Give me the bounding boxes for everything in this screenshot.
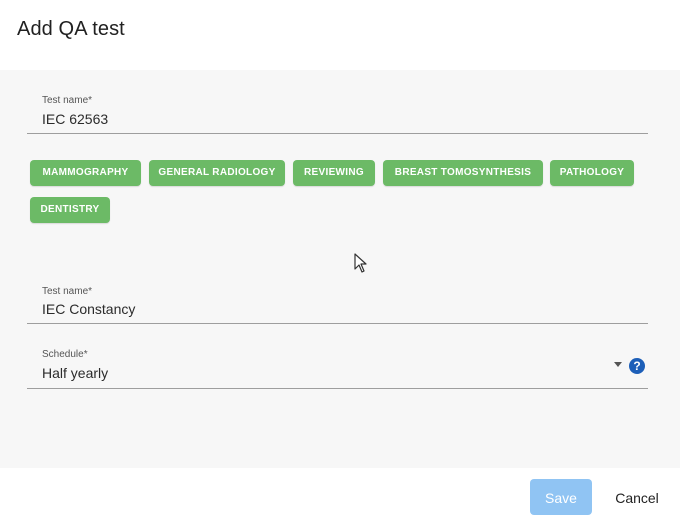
schedule-label: Schedule*	[42, 349, 88, 360]
dialog-title: Add QA test	[17, 18, 125, 40]
test-name-value-2[interactable]: IEC Constancy	[42, 301, 135, 317]
dialog-body: Test name* IEC 62563 MAMMOGRAPHY GENERAL…	[0, 70, 680, 468]
chip-reviewing[interactable]: REVIEWING	[293, 160, 375, 186]
chip-general-radiology[interactable]: GENERAL RADIOLOGY	[149, 160, 285, 186]
chip-mammography[interactable]: MAMMOGRAPHY	[30, 160, 141, 186]
test-name-label-1: Test name*	[42, 95, 93, 106]
cancel-button[interactable]: Cancel	[609, 479, 665, 515]
chip-dentistry[interactable]: DENTISTRY	[30, 197, 110, 223]
save-button[interactable]: Save	[530, 479, 592, 515]
schedule-value[interactable]: Half yearly	[42, 365, 108, 381]
mouse-cursor-icon	[354, 253, 367, 273]
chip-breast-tomosynthesis[interactable]: BREAST TOMOSYNTHESIS	[383, 160, 543, 186]
test-name-label-2: Test name*	[42, 286, 93, 297]
test-name-field-1[interactable]: Test name* IEC 62563	[27, 92, 648, 134]
chevron-down-icon[interactable]	[614, 362, 622, 367]
chip-pathology[interactable]: PATHOLOGY	[550, 160, 634, 186]
help-icon[interactable]: ?	[629, 358, 645, 374]
schedule-select[interactable]: Schedule* Half yearly ?	[27, 346, 648, 389]
test-name-field-2[interactable]: Test name* IEC Constancy	[27, 283, 648, 324]
test-name-value-1[interactable]: IEC 62563	[42, 111, 108, 127]
add-qa-test-dialog: Add QA test Test name* IEC 62563 MAMMOGR…	[0, 0, 680, 519]
